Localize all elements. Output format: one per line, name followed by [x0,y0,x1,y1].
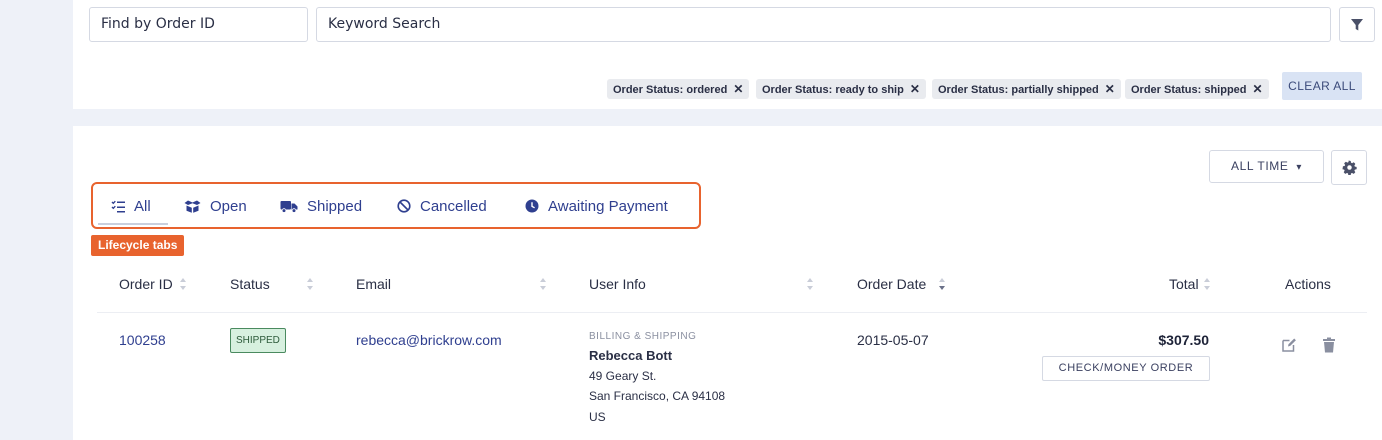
filter-chip-label: Order Status: ordered [613,84,728,96]
orders-panel: ALL TIME ▾ All Open Shipped Cancelled Aw… [73,126,1382,440]
tab-cancelled[interactable]: Cancelled [397,196,487,216]
customer-name: Rebecca Bott [589,348,673,363]
left-rail [0,0,73,440]
payment-method-badge: CHECK/MONEY ORDER [1042,356,1210,381]
sort-icon [1203,278,1210,290]
order-id-link[interactable]: 100258 [119,332,166,348]
settings-button[interactable] [1331,150,1367,185]
order-id-search-input[interactable]: Find by Order ID [89,7,308,42]
column-header-label: Total [1169,276,1199,292]
address-country: US [589,410,606,424]
time-range-dropdown[interactable]: ALL TIME ▾ [1209,150,1324,183]
sort-icon [806,278,813,290]
ban-icon [397,199,411,213]
column-header-label: Order Date [857,276,927,292]
column-header-order-id[interactable]: Order ID [119,276,187,292]
filter-chip-shipped: Order Status: shipped ✕ [1125,79,1269,99]
tab-label: Cancelled [420,197,487,215]
keyword-search-input[interactable]: Keyword Search [316,7,1331,42]
lifecycle-tabs-annotation: Lifecycle tabs [91,235,185,256]
column-header-order-date[interactable]: Order Date [857,276,946,292]
column-header-user-info[interactable]: User Info [589,276,814,292]
address-city: San Francisco, CA 94108 [589,389,726,403]
column-header-label: Email [356,276,392,292]
filter-chip-label: Order Status: ready to ship [762,84,904,96]
column-header-label: Actions [1285,276,1331,292]
gear-icon [1341,160,1357,175]
column-header-label: Status [230,276,270,292]
tab-shipped[interactable]: Shipped [280,196,362,216]
customer-email-link[interactable]: rebecca@brickrow.com [356,332,502,348]
order-date: 2015-05-07 [857,332,929,348]
active-tab-indicator [98,223,168,225]
clear-all-button[interactable]: CLEAR ALL [1282,72,1362,100]
filter-funnel-icon [1351,18,1363,30]
order-total: $307.50 [1158,332,1209,348]
chevron-down-icon: ▾ [1296,162,1303,173]
filter-chip-ordered: Order Status: ordered ✕ [607,79,750,99]
status-badge: SHIPPED [230,328,286,353]
sort-icon [306,278,313,290]
tab-label: All [134,197,151,215]
remove-filter-icon[interactable]: ✕ [910,82,920,96]
column-header-email[interactable]: Email [356,276,547,292]
clock-icon [525,199,539,213]
column-header-status[interactable]: Status [230,276,314,292]
tab-open[interactable]: Open [184,196,247,216]
tab-label: Open [210,197,247,215]
filter-panel: Find by Order ID Keyword Search Order St… [73,0,1382,109]
remove-filter-icon[interactable]: ✕ [1253,82,1263,96]
tab-label: Shipped [307,197,363,215]
sort-descending-icon [939,278,946,290]
column-header-label: Order ID [119,276,173,292]
filter-button[interactable] [1339,7,1375,42]
filter-chip-label: Order Status: partially shipped [938,84,1099,96]
list-check-icon [111,200,125,212]
tab-label: Awaiting Payment [548,197,668,215]
sort-icon [179,278,186,290]
address-street: 49 Geary St. [589,369,657,383]
filter-chip-ready-to-ship: Order Status: ready to ship ✕ [756,79,926,99]
filter-chip-partially-shipped: Order Status: partially shipped ✕ [932,79,1121,99]
tab-awaiting-payment[interactable]: Awaiting Payment [525,196,668,216]
truck-icon [280,200,298,213]
remove-filter-icon[interactable]: ✕ [733,82,743,96]
tab-all[interactable]: All [111,196,151,216]
open-box-icon [184,200,201,213]
trash-icon[interactable] [1320,336,1338,354]
user-info-caption: BILLING & SHIPPING [589,331,697,342]
column-header-label: User Info [589,276,646,292]
sort-icon [540,278,547,290]
column-header-total[interactable]: Total [1169,276,1211,292]
filter-chip-label: Order Status: shipped [1131,84,1247,96]
column-header-actions: Actions [1285,276,1331,292]
remove-filter-icon[interactable]: ✕ [1105,82,1115,96]
header-divider [97,312,1367,313]
edit-icon[interactable] [1280,336,1298,354]
time-range-label: ALL TIME [1230,159,1289,173]
